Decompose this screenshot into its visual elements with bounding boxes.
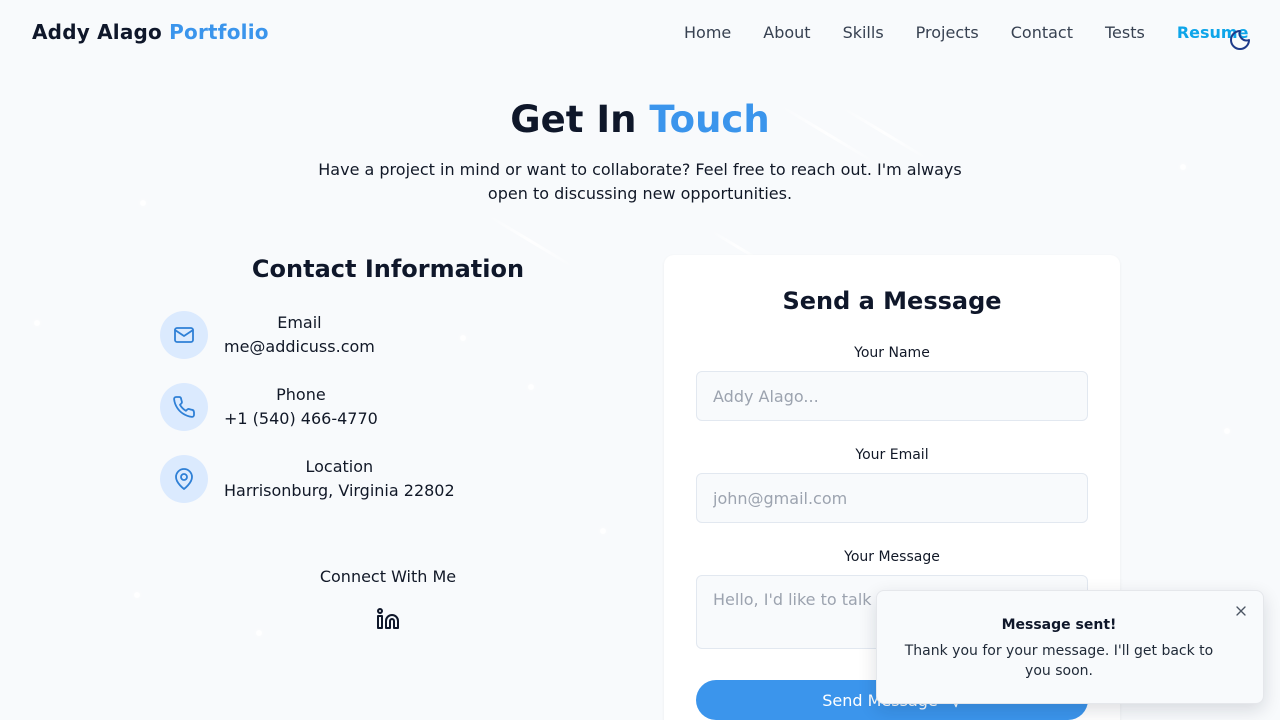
brand-accent: Portfolio [169, 20, 269, 44]
nav-link-contact[interactable]: Contact [1011, 23, 1073, 42]
contact-item-value[interactable]: +1 (540) 466-4770 [224, 407, 378, 431]
name-input[interactable] [696, 371, 1088, 421]
contact-item-label: Phone [276, 385, 326, 404]
toast-close-button[interactable] [1233, 603, 1249, 619]
page-subtitle: Have a project in mind or want to collab… [318, 160, 962, 203]
nav-link-home[interactable]: Home [684, 23, 731, 42]
page-title: Get In Touch [0, 98, 1280, 141]
top-nav: Addy Alago Portfolio Home About Skills P… [0, 0, 1280, 68]
name-label: Your Name [854, 345, 930, 361]
nav-link-skills[interactable]: Skills [843, 23, 884, 42]
toast-title: Message sent! [1001, 617, 1117, 633]
contact-item-value[interactable]: me@addicuss.com [224, 335, 375, 359]
email-input[interactable] [696, 473, 1088, 523]
contact-item-phone: Phone +1 (540) 466-4770 [160, 383, 378, 431]
moon-icon [1230, 30, 1250, 50]
form-title: Send a Message [782, 287, 1002, 315]
close-icon [1236, 606, 1246, 616]
contact-info-title: Contact Information [251, 255, 525, 283]
nav-link-tests[interactable]: Tests [1105, 23, 1145, 42]
linkedin-icon [377, 608, 399, 629]
linkedin-link[interactable] [376, 607, 400, 631]
contact-item-label: Email [277, 313, 322, 332]
brand-logo[interactable]: Addy Alago Portfolio [32, 20, 269, 44]
contact-item-email: Email me@addicuss.com [160, 311, 375, 359]
page-title-accent: Touch [649, 98, 770, 141]
toast-notification: Message sent! Thank you for your message… [876, 590, 1264, 704]
nav-links: Home About Skills Projects Contact Tests… [684, 23, 1248, 42]
page-title-main: Get In [510, 98, 637, 141]
map-pin-icon [160, 455, 208, 503]
nav-link-projects[interactable]: Projects [916, 23, 979, 42]
theme-toggle-button[interactable] [1228, 28, 1252, 52]
mail-icon [160, 311, 208, 359]
toast-message: Thank you for your message. I'll get bac… [904, 643, 1214, 679]
contact-item-label: Location [305, 457, 374, 476]
connect-label: Connect With Me [319, 567, 457, 586]
nav-link-about[interactable]: About [763, 23, 810, 42]
phone-icon [160, 383, 208, 431]
message-label: Your Message [844, 549, 940, 565]
brand-name: Addy Alago [32, 20, 162, 44]
contact-item-value: Harrisonburg, Virginia 22802 [224, 481, 455, 500]
email-label: Your Email [855, 447, 929, 463]
contact-item-location: Location Harrisonburg, Virginia 22802 [160, 455, 455, 503]
